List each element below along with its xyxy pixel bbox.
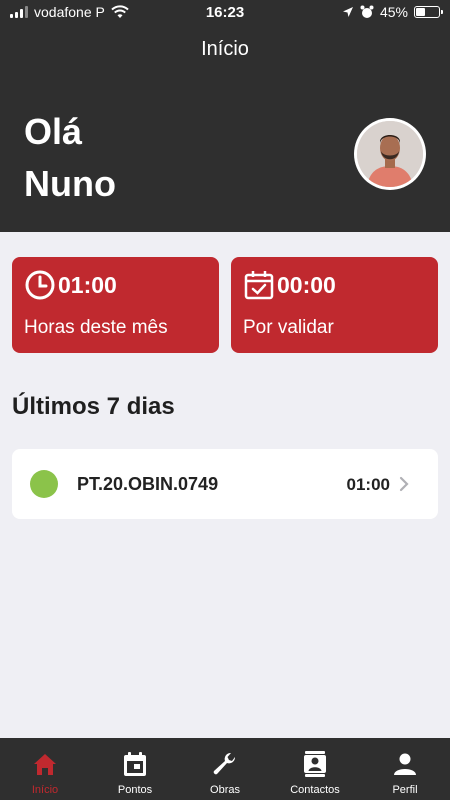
tab-obras[interactable]: Obras xyxy=(180,738,270,800)
alarm-icon xyxy=(360,5,374,18)
person-photo-icon xyxy=(357,121,423,187)
project-code: PT.20.OBIN.0749 xyxy=(77,474,219,494)
tab-label: Pontos xyxy=(117,784,153,796)
person-icon xyxy=(394,753,416,775)
pending-validation-card[interactable]: 00:00 Por validar xyxy=(231,257,438,353)
contacts-icon xyxy=(304,751,326,777)
page-title: Início xyxy=(201,38,249,60)
last-7-days-heading: Últimos 7 dias xyxy=(12,393,175,420)
status-dot xyxy=(30,470,58,498)
entry-hours: 01:00 xyxy=(346,475,390,494)
status-bar: vodafone P 16:23 45% xyxy=(0,0,450,26)
pending-validation-value: 00:00 xyxy=(277,272,336,298)
greeting-hello: Olá xyxy=(24,111,83,152)
avatar-photo xyxy=(357,121,423,187)
status-right: 45% xyxy=(342,4,443,20)
bottom-tab-bar: Início Pontos Obras Contactos Perfil xyxy=(0,738,450,800)
tab-label: Contactos xyxy=(290,784,340,796)
monthly-hours-label: Horas deste mês xyxy=(24,317,168,338)
calendar-check-icon xyxy=(244,271,274,300)
battery-icon xyxy=(414,6,443,18)
wrench-icon xyxy=(213,752,236,775)
battery-percent: 45% xyxy=(379,4,408,20)
home-icon xyxy=(34,754,56,775)
tab-label: Perfil xyxy=(392,784,418,796)
avatar[interactable] xyxy=(354,118,426,190)
location-arrow-icon xyxy=(342,7,353,17)
tab-label: Início xyxy=(31,784,59,796)
list-item[interactable]: PT.20.OBIN.0749 01:00 xyxy=(12,449,438,519)
battery-fill xyxy=(416,8,425,16)
clock-icon xyxy=(25,270,55,300)
chevron-right-icon xyxy=(399,476,409,492)
home-header: Início Olá Nuno xyxy=(0,26,450,232)
tab-contactos[interactable]: Contactos xyxy=(270,738,360,800)
monthly-hours-card[interactable]: 01:00 Horas deste mês xyxy=(12,257,219,353)
tab-inicio[interactable]: Início xyxy=(0,738,90,800)
tab-perfil[interactable]: Perfil xyxy=(360,738,450,800)
greeting: Olá Nuno xyxy=(24,106,116,210)
greeting-username: Nuno xyxy=(24,163,116,204)
calendar-icon xyxy=(124,752,146,776)
pending-validation-label: Por validar xyxy=(243,317,334,338)
tab-label: Obras xyxy=(210,784,240,796)
tab-pontos[interactable]: Pontos xyxy=(90,738,180,800)
monthly-hours-value: 01:00 xyxy=(58,272,117,298)
